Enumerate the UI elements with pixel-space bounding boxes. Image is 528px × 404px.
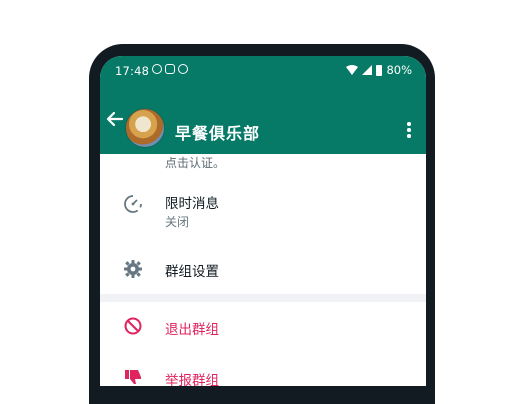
status-indicators: 80% (346, 63, 412, 77)
whatsapp-notification-icon (152, 64, 162, 74)
wifi-icon (346, 65, 359, 75)
thumbs-down-icon (122, 366, 144, 386)
back-arrow-icon[interactable] (104, 108, 126, 130)
status-notification-icons (152, 64, 188, 74)
gear-icon (122, 258, 144, 280)
status-time: 17:48 (115, 64, 150, 78)
signal-icon (362, 65, 373, 75)
disappearing-messages-row[interactable]: 限时消息 关闭 (100, 184, 426, 240)
section-divider (100, 294, 426, 302)
phone-screen: 17:48 80% 早餐俱乐部 点击认证。 限时消息 关闭 群组设置 退出群组 … (100, 56, 426, 386)
exit-group-row[interactable]: 退出群组 (100, 308, 426, 348)
instagram-notification-icon (165, 64, 175, 74)
report-group-row[interactable]: 举报群组 (100, 360, 426, 386)
battery-percent: 80% (386, 63, 412, 77)
exit-icon (122, 315, 144, 337)
more-options-icon[interactable] (406, 122, 412, 140)
group-title[interactable]: 早餐俱乐部 (175, 120, 260, 144)
disappearing-messages-status: 关闭 (165, 215, 190, 229)
at-notification-icon (178, 64, 188, 74)
status-bar: 17:48 80% (100, 56, 426, 86)
exit-group-title: 退出群组 (165, 322, 219, 338)
timer-icon (122, 193, 144, 215)
group-settings-row[interactable]: 群组设置 (100, 252, 426, 292)
group-app-bar: 早餐俱乐部 (100, 86, 426, 154)
disappearing-messages-title: 限时消息 (165, 196, 219, 212)
battery-icon (376, 64, 383, 76)
encryption-hint[interactable]: 点击认证。 (165, 154, 225, 171)
group-avatar[interactable] (125, 108, 165, 148)
group-settings-title: 群组设置 (165, 264, 219, 280)
